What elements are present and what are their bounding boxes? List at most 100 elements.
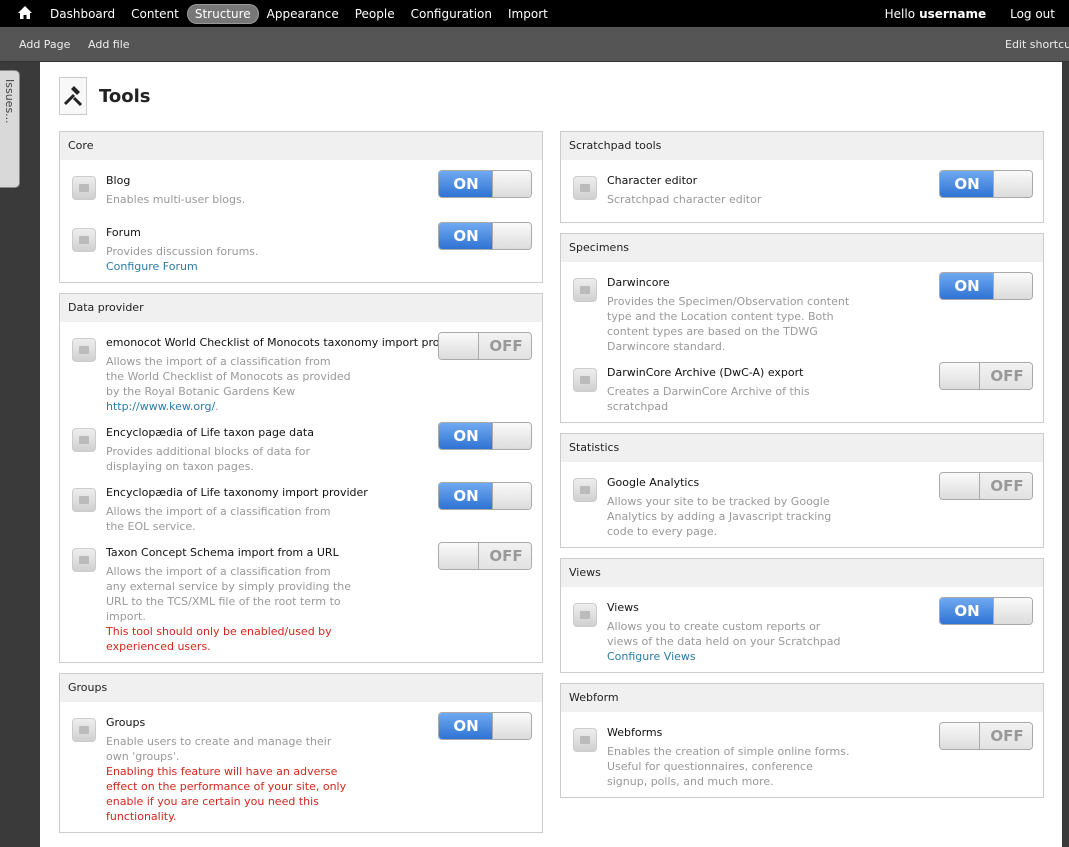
module-link[interactable]: http://www.kew.org/ <box>106 400 215 413</box>
fieldset-body: Views Allows you to create custom reports… <box>561 587 1043 672</box>
admin-toolbar: Dashboard Content Structure Appearance Peopl… <box>0 0 1069 27</box>
fieldset-legend: Core <box>60 132 542 160</box>
module-toggle[interactable]: ON <box>438 170 532 198</box>
module-toggle[interactable]: OFF <box>438 542 532 570</box>
module-link-line: Configure Forum <box>106 259 532 274</box>
module-toggle[interactable]: ON <box>438 422 532 450</box>
fieldset-groups: Groups Groups Enable users to create and m… <box>59 673 543 833</box>
module-icon <box>573 478 597 502</box>
module-icon <box>72 176 96 200</box>
module-name: Taxon Concept Schema import from a URL <box>106 546 339 559</box>
toggle-knob <box>492 483 531 509</box>
module-icon <box>72 488 96 512</box>
page-header: Tools <box>59 76 151 116</box>
module-description: Enable users to create and manage their … <box>106 735 332 763</box>
module-toggle[interactable]: ON <box>939 597 1033 625</box>
shortcut-bar: Add Page Add file Edit shortcuts <box>0 27 1069 62</box>
fieldset-body: Google Analytics Allows your site to be t… <box>561 462 1043 547</box>
toggle-knob <box>993 171 1032 197</box>
module-icon <box>72 228 96 252</box>
home-icon[interactable] <box>17 5 33 21</box>
toggle-knob <box>492 423 531 449</box>
module-toggle[interactable]: OFF <box>438 332 532 360</box>
nav-structure[interactable]: Structure <box>186 3 259 24</box>
fieldset-body: emonocot World Checklist of Monocots tax… <box>60 322 542 662</box>
module-item: DarwinCore Archive (DwC-A) export Creates… <box>571 362 1033 414</box>
module-icon <box>573 176 597 200</box>
module-toggle[interactable]: OFF <box>939 472 1033 500</box>
module-item: Forum Provides discussion forums. Configur… <box>70 222 532 274</box>
toggle-on-label: ON <box>439 483 493 509</box>
fieldset-data-provider: Data provider emonocot World Checklist of… <box>59 293 543 663</box>
module-description: Allows you to create custom reports or v… <box>607 620 841 648</box>
tools-icon <box>59 77 87 115</box>
module-warning: This tool should only be enabled/used by… <box>106 625 332 653</box>
module-name: Darwincore <box>607 276 670 289</box>
toggle-knob <box>439 333 479 359</box>
fieldset-body: Groups Enable users to create and manage … <box>60 702 542 832</box>
module-toggle[interactable]: ON <box>438 482 532 510</box>
edit-shortcuts-link[interactable]: Edit shortcuts <box>1005 38 1069 51</box>
module-link[interactable]: Configure Forum <box>106 260 198 273</box>
nav-configuration[interactable]: Configuration <box>403 4 500 24</box>
module-name: emonocot World Checklist of Monocots tax… <box>106 336 468 349</box>
module-toggle[interactable]: ON <box>939 272 1033 300</box>
module-item: Character editor Scratchpad character edi… <box>571 170 1033 214</box>
fieldset-views: Views Views Allows you to create custom re… <box>560 558 1044 673</box>
module-description: Allows the import of a classification fr… <box>106 355 351 398</box>
toggle-knob <box>492 713 531 739</box>
nav-content[interactable]: Content <box>123 4 187 24</box>
module-name: Views <box>607 601 639 614</box>
fieldset-webform: Webform Webforms Enables the creation of s… <box>560 683 1044 798</box>
logout-link[interactable]: Log out <box>1010 7 1055 21</box>
nav-dashboard[interactable]: Dashboard <box>42 4 123 24</box>
module-toggle[interactable]: ON <box>438 222 532 250</box>
nav-import[interactable]: Import <box>500 4 556 24</box>
fieldset-body: Darwincore Provides the Specimen/Observat… <box>561 262 1043 422</box>
module-item: Groups Enable users to create and manage … <box>70 712 532 824</box>
module-icon <box>573 368 597 392</box>
module-link[interactable]: Configure Views <box>607 650 696 663</box>
page-content: Tools Core Blog Enables multi-user blogs. O… <box>40 62 1062 847</box>
module-icon <box>573 728 597 752</box>
module-toggle[interactable]: OFF <box>939 362 1033 390</box>
fieldset-core: Core Blog Enables multi-user blogs. ON Forum… <box>59 131 543 283</box>
toggle-on-label: ON <box>940 273 994 299</box>
module-link-line: Configure Views <box>607 649 1033 664</box>
module-toggle[interactable]: ON <box>438 712 532 740</box>
toggle-knob <box>439 543 479 569</box>
add-file-shortcut[interactable]: Add file <box>88 38 130 51</box>
fieldset-body: Character editor Scratchpad character edi… <box>561 160 1043 222</box>
module-warning: Enabling this feature will have an adver… <box>106 765 347 823</box>
module-toggle[interactable]: ON <box>939 170 1033 198</box>
module-item: Taxon Concept Schema import from a URL Al… <box>70 542 532 654</box>
module-description: Scratchpad character editor <box>607 193 762 206</box>
fieldset-body: Blog Enables multi-user blogs. ON Forum Prov… <box>60 160 542 282</box>
module-description: Allows your site to be tracked by Google… <box>607 495 832 538</box>
add-page-shortcut[interactable]: Add Page <box>19 38 70 51</box>
toggle-knob <box>940 473 980 499</box>
nav-appearance[interactable]: Appearance <box>259 4 347 24</box>
admin-menu: Dashboard Content Structure Appearance Peopl… <box>42 0 556 27</box>
module-name: Google Analytics <box>607 476 700 489</box>
fieldset-legend: Specimens <box>561 234 1043 262</box>
fieldset-legend: Data provider <box>60 294 542 322</box>
toggle-off-label: OFF <box>479 333 531 359</box>
module-name: Groups <box>106 716 146 729</box>
issues-tab-label: Issues... <box>3 79 16 124</box>
user-links: Hello username Log out <box>885 0 1055 27</box>
left-column: Core Blog Enables multi-user blogs. ON Forum… <box>59 131 543 843</box>
toggle-off-label: OFF <box>980 363 1032 389</box>
nav-people[interactable]: People <box>347 4 403 24</box>
module-toggle[interactable]: OFF <box>939 722 1033 750</box>
issues-tab[interactable]: Issues... <box>0 70 20 188</box>
module-description: Provides discussion forums. <box>106 245 259 258</box>
module-item: Encyclopædia of Life taxon page data Prov… <box>70 422 532 474</box>
module-item: Blog Enables multi-user blogs. ON <box>70 170 532 214</box>
toggle-knob <box>993 598 1032 624</box>
toggle-on-label: ON <box>940 598 994 624</box>
module-icon <box>72 428 96 452</box>
toggle-knob <box>993 273 1032 299</box>
module-description: Enables multi-user blogs. <box>106 193 246 206</box>
module-name: Encyclopædia of Life taxonomy import pro… <box>106 486 368 499</box>
